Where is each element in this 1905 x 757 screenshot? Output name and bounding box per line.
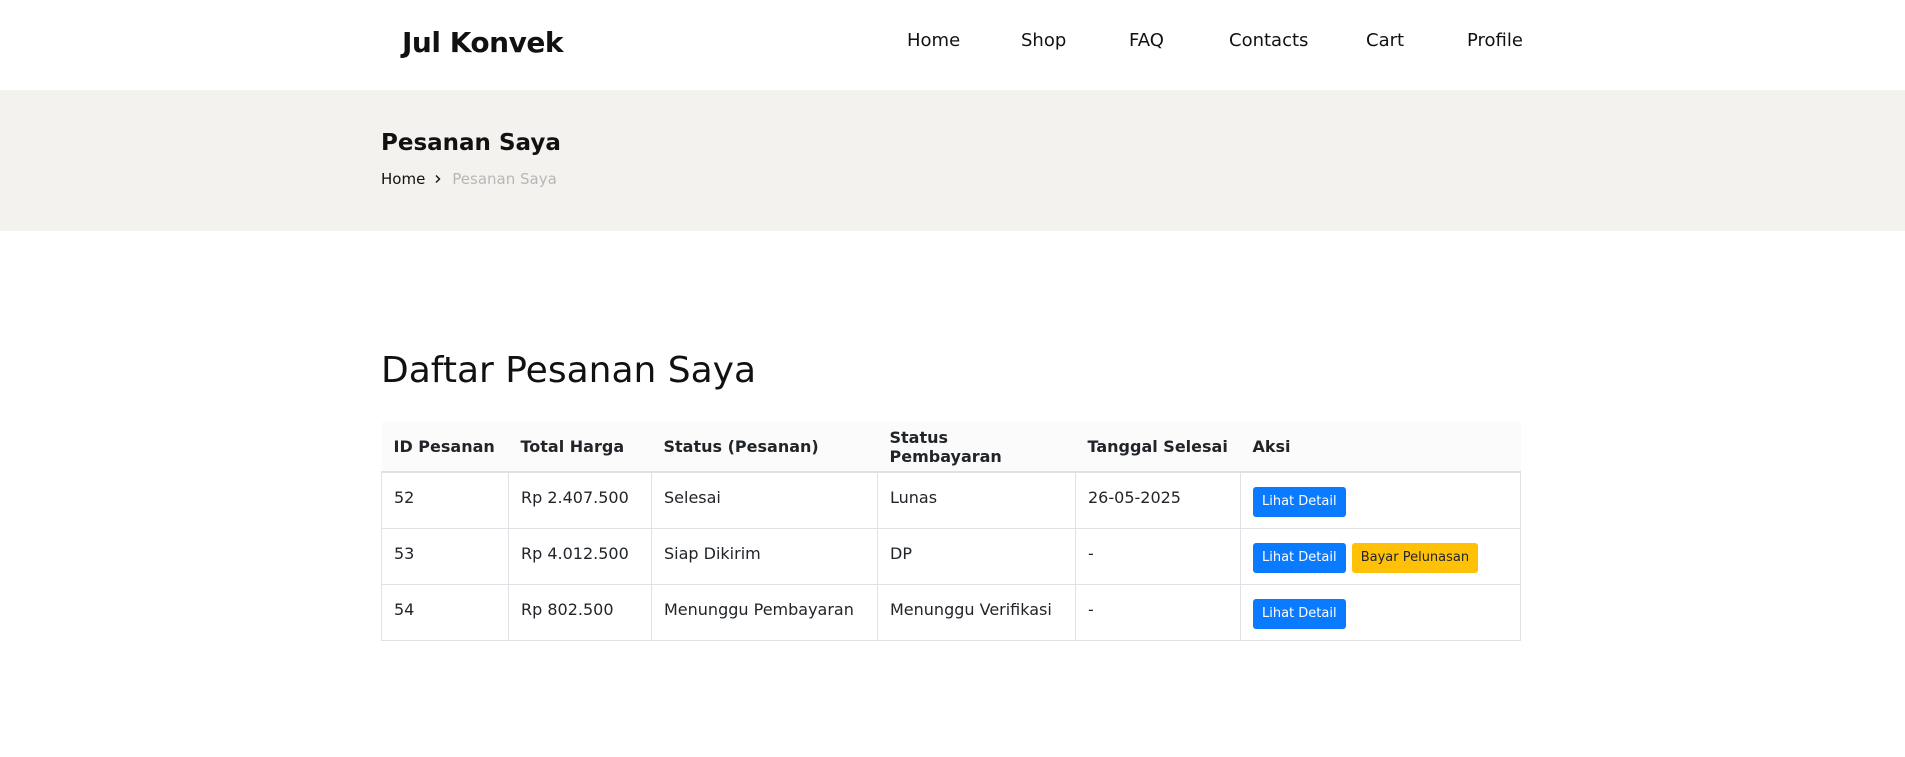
cell-finish-date: - — [1075, 583, 1241, 641]
cell-payment-status: Menunggu Verifikasi — [877, 583, 1076, 641]
table-row: 54 Rp 802.500 Menunggu Pembayaran Menung… — [381, 583, 1521, 641]
cell-payment-status: DP — [877, 527, 1076, 585]
nav-profile[interactable]: Profile — [1467, 30, 1523, 51]
cell-order-status: Siap Dikirim — [651, 527, 878, 585]
cell-total: Rp 2.407.500 — [508, 471, 652, 529]
site-header: Jul Konvek Home Shop FAQ Contacts Cart P… — [0, 0, 1905, 90]
page-title: Pesanan Saya — [381, 130, 561, 156]
cell-order-id: 53 — [381, 527, 509, 585]
cell-order-status: Selesai — [651, 471, 878, 529]
orders-table: ID Pesanan Total Harga Status (Pesanan) … — [381, 422, 1521, 641]
view-detail-button[interactable]: Lihat Detail — [1253, 542, 1346, 573]
col-header-finish-date: Tanggal Selesai — [1075, 422, 1241, 473]
cell-order-status: Menunggu Pembayaran — [651, 583, 878, 641]
cell-actions: Lihat Detail — [1240, 471, 1521, 529]
breadcrumb-current: Pesanan Saya — [452, 170, 557, 188]
breadcrumb-banner: Pesanan Saya Home Pesanan Saya — [0, 90, 1905, 231]
orders-section-title: Daftar Pesanan Saya — [381, 350, 757, 391]
cell-actions: Lihat Detail — [1240, 583, 1521, 641]
table-row: 52 Rp 2.407.500 Selesai Lunas 26-05-2025… — [381, 471, 1521, 529]
nav-cart[interactable]: Cart — [1366, 30, 1404, 51]
cell-order-id: 52 — [381, 471, 509, 529]
breadcrumb: Home Pesanan Saya — [381, 170, 557, 188]
nav-contacts[interactable]: Contacts — [1229, 30, 1308, 51]
table-header-row: ID Pesanan Total Harga Status (Pesanan) … — [381, 422, 1521, 473]
col-header-payment-status: Status Pembayaran — [877, 422, 1076, 473]
breadcrumb-home-link[interactable]: Home — [381, 170, 425, 188]
cell-finish-date: 26-05-2025 — [1075, 471, 1241, 529]
col-header-actions: Aksi — [1240, 422, 1521, 473]
view-detail-button[interactable]: Lihat Detail — [1253, 487, 1346, 517]
col-header-total: Total Harga — [508, 422, 652, 473]
cell-payment-status: Lunas — [877, 471, 1076, 529]
nav-shop[interactable]: Shop — [1021, 30, 1066, 51]
col-header-id: ID Pesanan — [381, 422, 509, 473]
main-nav: Home Shop FAQ Contacts Cart Profile — [0, 30, 1905, 54]
cell-total: Rp 4.012.500 — [508, 527, 652, 585]
col-header-order-status: Status (Pesanan) — [651, 422, 878, 473]
nav-faq[interactable]: FAQ — [1129, 30, 1164, 51]
cell-finish-date: - — [1075, 527, 1241, 585]
cell-actions: Lihat Detail Bayar Pelunasan — [1240, 527, 1521, 585]
cell-order-id: 54 — [381, 583, 509, 641]
pay-balance-button[interactable]: Bayar Pelunasan — [1351, 542, 1479, 573]
table-row: 53 Rp 4.012.500 Siap Dikirim DP - Lihat … — [381, 527, 1521, 585]
cell-total: Rp 802.500 — [508, 583, 652, 641]
nav-home[interactable]: Home — [907, 30, 960, 51]
view-detail-button[interactable]: Lihat Detail — [1253, 598, 1346, 629]
chevron-right-icon — [433, 174, 443, 184]
